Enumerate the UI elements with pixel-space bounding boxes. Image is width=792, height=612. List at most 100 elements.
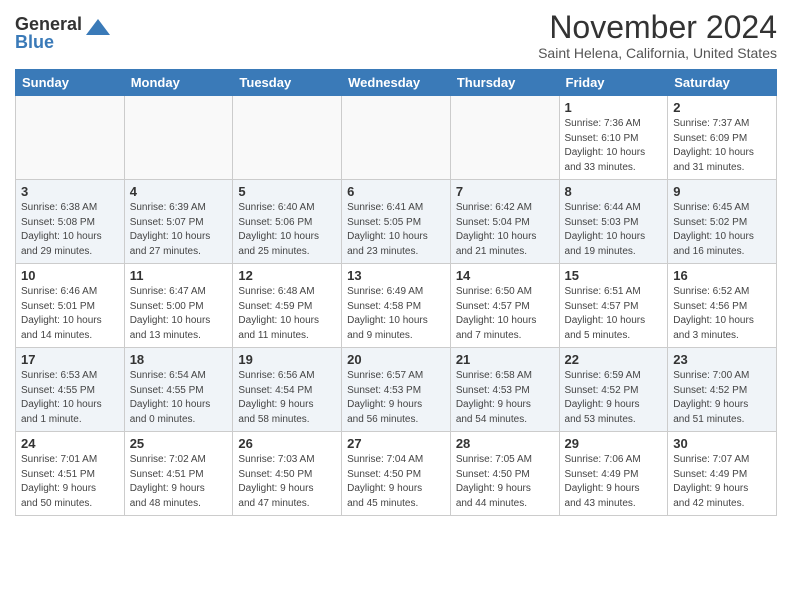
day-info: Sunrise: 6:50 AMSunset: 4:57 PMDaylight:… [456, 285, 554, 343]
day-info: Sunrise: 7:01 AMSunset: 4:51 PMDaylight:… [21, 453, 119, 511]
day-number: 2 [673, 100, 771, 115]
header: General Blue November 2024 Saint Helena,… [15, 10, 777, 61]
day-info: Sunrise: 6:59 AMSunset: 4:52 PMDaylight:… [565, 369, 663, 427]
day-number: 11 [130, 268, 228, 283]
day-number: 25 [130, 436, 228, 451]
table-row: 12 Sunrise: 6:48 AMSunset: 4:59 PMDayligh… [233, 264, 342, 348]
table-row: 14 Sunrise: 6:50 AMSunset: 4:57 PMDayligh… [450, 264, 559, 348]
day-number: 4 [130, 184, 228, 199]
table-row: 24 Sunrise: 7:01 AMSunset: 4:51 PMDayligh… [16, 432, 125, 516]
day-info: Sunrise: 7:37 AMSunset: 6:09 PMDaylight:… [673, 117, 771, 175]
calendar-week-4: 24 Sunrise: 7:01 AMSunset: 4:51 PMDayligh… [16, 432, 777, 516]
day-info: Sunrise: 6:45 AMSunset: 5:02 PMDaylight:… [673, 201, 771, 259]
day-info: Sunrise: 7:06 AMSunset: 4:49 PMDaylight:… [565, 453, 663, 511]
day-number: 23 [673, 352, 771, 367]
day-info: Sunrise: 6:39 AMSunset: 5:07 PMDaylight:… [130, 201, 228, 259]
table-row: 26 Sunrise: 7:03 AMSunset: 4:50 PMDayligh… [233, 432, 342, 516]
table-row: 28 Sunrise: 7:05 AMSunset: 4:50 PMDayligh… [450, 432, 559, 516]
table-row: 1Sunrise: 7:36 AMSunset: 6:10 PMDaylight… [559, 96, 668, 180]
table-row: 19Sunrise: 6:56 AMSunset: 4:54 PMDayligh… [233, 348, 342, 432]
day-number: 8 [565, 184, 663, 199]
day-info: Sunrise: 6:58 AMSunset: 4:53 PMDaylight:… [456, 369, 554, 427]
day-info: Sunrise: 6:49 AMSunset: 4:58 PMDaylight:… [347, 285, 445, 343]
table-row: 27 Sunrise: 7:04 AMSunset: 4:50 PMDayligh… [342, 432, 451, 516]
table-row: 7Sunrise: 6:42 AMSunset: 5:04 PMDaylight… [450, 180, 559, 264]
day-number: 3 [21, 184, 119, 199]
col-friday: Friday [559, 70, 668, 96]
day-info: Sunrise: 7:07 AMSunset: 4:49 PMDaylight:… [673, 453, 771, 511]
location: Saint Helena, California, United States [538, 45, 777, 61]
title-area: November 2024 Saint Helena, California, … [538, 10, 777, 61]
logo-label: General Blue [15, 15, 82, 51]
logo-icon [84, 15, 112, 43]
logo: General Blue [15, 15, 112, 51]
day-info: Sunrise: 7:05 AMSunset: 4:50 PMDaylight:… [456, 453, 554, 511]
col-wednesday: Wednesday [342, 70, 451, 96]
table-row: 2 Sunrise: 7:37 AMSunset: 6:09 PMDaylight… [668, 96, 777, 180]
day-info: Sunrise: 7:03 AMSunset: 4:50 PMDaylight:… [238, 453, 336, 511]
day-info: Sunrise: 6:48 AMSunset: 4:59 PMDaylight:… [238, 285, 336, 343]
table-row: 5Sunrise: 6:40 AMSunset: 5:06 PMDaylight… [233, 180, 342, 264]
day-number: 29 [565, 436, 663, 451]
day-info: Sunrise: 6:56 AMSunset: 4:54 PMDaylight:… [238, 369, 336, 427]
day-info: Sunrise: 6:44 AMSunset: 5:03 PMDaylight:… [565, 201, 663, 259]
table-row: 8 Sunrise: 6:44 AMSunset: 5:03 PMDaylight… [559, 180, 668, 264]
day-info: Sunrise: 7:00 AMSunset: 4:52 PMDaylight:… [673, 369, 771, 427]
day-number: 24 [21, 436, 119, 451]
header-row: Sunday Monday Tuesday Wednesday Thursday… [16, 70, 777, 96]
day-number: 16 [673, 268, 771, 283]
table-row: 4 Sunrise: 6:39 AMSunset: 5:07 PMDaylight… [124, 180, 233, 264]
month-title: November 2024 [538, 10, 777, 45]
day-number: 21 [456, 352, 554, 367]
day-info: Sunrise: 6:51 AMSunset: 4:57 PMDaylight:… [565, 285, 663, 343]
day-info: Sunrise: 6:41 AMSunset: 5:05 PMDaylight:… [347, 201, 445, 259]
day-number: 9 [673, 184, 771, 199]
table-row: 17 Sunrise: 6:53 AMSunset: 4:55 PMDayligh… [16, 348, 125, 432]
table-row [342, 96, 451, 180]
col-monday: Monday [124, 70, 233, 96]
table-row: 25 Sunrise: 7:02 AMSunset: 4:51 PMDayligh… [124, 432, 233, 516]
day-number: 17 [21, 352, 119, 367]
day-number: 28 [456, 436, 554, 451]
day-number: 20 [347, 352, 445, 367]
day-info: Sunrise: 7:02 AMSunset: 4:51 PMDaylight:… [130, 453, 228, 511]
day-number: 10 [21, 268, 119, 283]
table-row: 13 Sunrise: 6:49 AMSunset: 4:58 PMDayligh… [342, 264, 451, 348]
table-row: 23 Sunrise: 7:00 AMSunset: 4:52 PMDayligh… [668, 348, 777, 432]
day-number: 6 [347, 184, 445, 199]
calendar-week-2: 10 Sunrise: 6:46 AMSunset: 5:01 PMDayligh… [16, 264, 777, 348]
day-info: Sunrise: 6:54 AMSunset: 4:55 PMDaylight:… [130, 369, 228, 427]
table-row: 10 Sunrise: 6:46 AMSunset: 5:01 PMDayligh… [16, 264, 125, 348]
table-row: 20 Sunrise: 6:57 AMSunset: 4:53 PMDayligh… [342, 348, 451, 432]
day-info: Sunrise: 6:57 AMSunset: 4:53 PMDaylight:… [347, 369, 445, 427]
table-row: 15Sunrise: 6:51 AMSunset: 4:57 PMDayligh… [559, 264, 668, 348]
calendar-week-0: 1Sunrise: 7:36 AMSunset: 6:10 PMDaylight… [16, 96, 777, 180]
calendar-week-3: 17 Sunrise: 6:53 AMSunset: 4:55 PMDayligh… [16, 348, 777, 432]
table-row [450, 96, 559, 180]
table-row: 18 Sunrise: 6:54 AMSunset: 4:55 PMDayligh… [124, 348, 233, 432]
day-info: Sunrise: 7:04 AMSunset: 4:50 PMDaylight:… [347, 453, 445, 511]
table-row: 22 Sunrise: 6:59 AMSunset: 4:52 PMDayligh… [559, 348, 668, 432]
day-number: 12 [238, 268, 336, 283]
table-row [16, 96, 125, 180]
day-number: 14 [456, 268, 554, 283]
day-number: 18 [130, 352, 228, 367]
calendar-table: Sunday Monday Tuesday Wednesday Thursday… [15, 69, 777, 516]
table-row: 6 Sunrise: 6:41 AMSunset: 5:05 PMDaylight… [342, 180, 451, 264]
day-info: Sunrise: 6:46 AMSunset: 5:01 PMDaylight:… [21, 285, 119, 343]
table-row [233, 96, 342, 180]
day-number: 13 [347, 268, 445, 283]
col-sunday: Sunday [16, 70, 125, 96]
table-row: 9 Sunrise: 6:45 AMSunset: 5:02 PMDaylight… [668, 180, 777, 264]
day-number: 22 [565, 352, 663, 367]
table-row: 30Sunrise: 7:07 AMSunset: 4:49 PMDayligh… [668, 432, 777, 516]
page: General Blue November 2024 Saint Helena,… [0, 0, 792, 531]
table-row [124, 96, 233, 180]
table-row: 29 Sunrise: 7:06 AMSunset: 4:49 PMDayligh… [559, 432, 668, 516]
day-info: Sunrise: 6:52 AMSunset: 4:56 PMDaylight:… [673, 285, 771, 343]
day-info: Sunrise: 7:36 AMSunset: 6:10 PMDaylight:… [565, 117, 663, 175]
day-number: 26 [238, 436, 336, 451]
day-info: Sunrise: 6:38 AMSunset: 5:08 PMDaylight:… [21, 201, 119, 259]
day-info: Sunrise: 6:53 AMSunset: 4:55 PMDaylight:… [21, 369, 119, 427]
day-number: 27 [347, 436, 445, 451]
